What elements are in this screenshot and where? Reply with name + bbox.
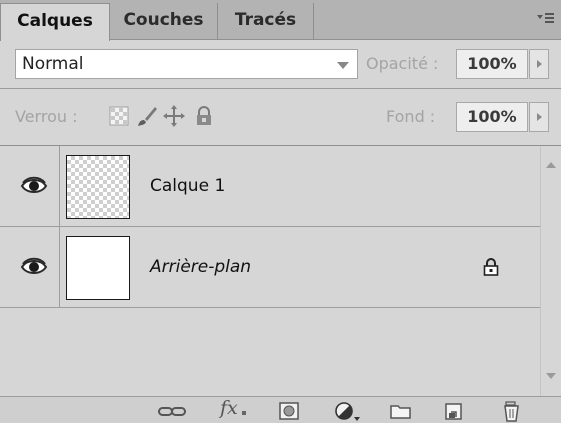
lock-position-icon[interactable] [163, 105, 185, 127]
lock-row: Verrou : Fond : 100% [0, 89, 561, 145]
layer-row-calque-1[interactable]: Calque 1 [0, 146, 540, 227]
opacity-input[interactable]: 100% [456, 49, 528, 79]
layers-scrollbar[interactable] [540, 146, 561, 396]
add-mask-icon[interactable] [277, 400, 301, 422]
layer-thumbnail[interactable] [66, 236, 130, 300]
panel-tab-bar: Calques Couches Tracés [0, 0, 561, 41]
layer-thumbnail[interactable] [66, 155, 130, 219]
lock-label: Verrou : [15, 107, 78, 126]
visibility-cell [0, 227, 60, 307]
fill-label: Fond : [386, 107, 436, 126]
layer-row-arriere-plan[interactable]: Arrière-plan [0, 227, 540, 308]
eye-icon[interactable] [20, 256, 48, 278]
new-layer-icon[interactable] [442, 400, 466, 422]
link-layers-icon[interactable] [157, 400, 187, 422]
chevron-down-icon [337, 62, 349, 69]
visibility-cell [0, 146, 60, 226]
lock-transparent-pixels-icon[interactable] [108, 105, 130, 127]
scroll-down-arrow-icon[interactable] [546, 373, 556, 379]
fill-input[interactable]: 100% [456, 102, 528, 132]
eye-icon[interactable] [20, 175, 48, 197]
layer-name[interactable]: Calque 1 [150, 173, 225, 199]
blend-opacity-row: Normal Opacité : 100% [0, 40, 561, 88]
fill-slider-button[interactable] [529, 102, 549, 132]
fx-icon[interactable]: fx [220, 398, 238, 420]
opacity-slider-button[interactable] [529, 49, 549, 79]
lock-image-pixels-icon[interactable] [136, 105, 158, 127]
blend-mode-value: Normal [22, 54, 84, 74]
panel-footer: fx [0, 396, 561, 423]
lock-all-icon[interactable] [193, 105, 215, 127]
trash-icon[interactable] [500, 400, 524, 422]
tab-couches[interactable]: Couches [110, 3, 218, 40]
layer-name[interactable]: Arrière-plan [150, 254, 251, 280]
new-group-icon[interactable] [389, 400, 413, 422]
blend-mode-select[interactable]: Normal [15, 49, 358, 79]
tab-calques[interactable]: Calques [0, 3, 110, 41]
opacity-label: Opacité : [366, 54, 439, 73]
scroll-up-arrow-icon[interactable] [546, 162, 556, 168]
layers-list: Calque 1 Arrière-plan [0, 146, 540, 396]
fx-menu-dot [242, 411, 246, 415]
layers-panel: Calques Couches Tracés Normal Opacité : … [0, 0, 561, 423]
panel-menu-icon[interactable] [535, 8, 555, 28]
lock-icon [483, 258, 499, 276]
tab-traces[interactable]: Tracés [218, 3, 314, 40]
adjustment-layer-icon[interactable] [333, 400, 361, 422]
